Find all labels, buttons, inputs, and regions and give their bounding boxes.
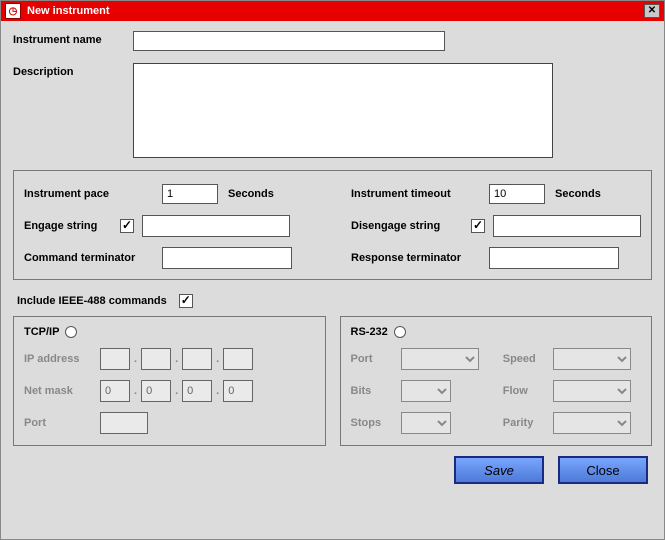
rs-speed-label: Speed xyxy=(503,353,553,365)
tcpip-title: TCP/IP xyxy=(24,326,59,338)
mask-seg-2[interactable] xyxy=(141,380,171,402)
mask-seg-4[interactable] xyxy=(223,380,253,402)
mask-seg-1[interactable] xyxy=(100,380,130,402)
rs-port-label: Port xyxy=(351,353,401,365)
ip-label: IP address xyxy=(24,353,100,365)
description-label: Description xyxy=(13,63,133,78)
rs-flow-label: Flow xyxy=(503,385,553,397)
rs-speed-select[interactable] xyxy=(553,348,631,370)
rs-bits-label: Bits xyxy=(351,385,401,397)
titlebar: ◷ New instrument ✕ xyxy=(1,1,664,21)
mask-label: Net mask xyxy=(24,385,100,397)
timeout-label: Instrument timeout xyxy=(351,188,489,200)
tcp-port-label: Port xyxy=(24,417,100,429)
ieee488-checkbox[interactable] xyxy=(179,294,193,308)
ip-seg-1[interactable] xyxy=(100,348,130,370)
rs-parity-label: Parity xyxy=(503,417,553,429)
rs-bits-select[interactable] xyxy=(401,380,451,402)
pace-label: Instrument pace xyxy=(24,188,162,200)
instrument-name-input[interactable] xyxy=(133,31,445,51)
save-button[interactable]: Save xyxy=(454,456,544,484)
ip-seg-3[interactable] xyxy=(182,348,212,370)
timeout-input[interactable] xyxy=(489,184,545,204)
rs232-radio[interactable] xyxy=(394,326,406,338)
engage-label: Engage string xyxy=(24,220,120,232)
rs-stops-label: Stops xyxy=(351,417,401,429)
close-button[interactable]: Close xyxy=(558,456,648,484)
ip-seg-4[interactable] xyxy=(223,348,253,370)
instrument-name-label: Instrument name xyxy=(13,31,133,46)
app-icon: ◷ xyxy=(5,3,21,19)
mask-seg-3[interactable] xyxy=(182,380,212,402)
rs-flow-select[interactable] xyxy=(553,380,631,402)
description-input[interactable] xyxy=(133,63,553,158)
disengage-input[interactable] xyxy=(493,215,641,237)
rs232-title: RS-232 xyxy=(351,326,388,338)
pace-unit: Seconds xyxy=(228,188,274,200)
tcp-port-input[interactable] xyxy=(100,412,148,434)
engage-input[interactable] xyxy=(142,215,290,237)
ieee488-label: Include IEEE-488 commands xyxy=(17,295,167,307)
ip-seg-2[interactable] xyxy=(141,348,171,370)
window-title: New instrument xyxy=(27,5,644,17)
resp-term-label: Response terminator xyxy=(351,252,489,264)
timeout-unit: Seconds xyxy=(555,188,601,200)
disengage-label: Disengage string xyxy=(351,220,471,232)
rs-parity-select[interactable] xyxy=(553,412,631,434)
dialog-window: ◷ New instrument ✕ Instrument name Descr… xyxy=(0,0,665,540)
resp-term-input[interactable] xyxy=(489,247,619,269)
engage-checkbox[interactable] xyxy=(120,219,134,233)
content-area: Instrument name Description Instrument p… xyxy=(1,21,664,539)
settings-group: Instrument pace Seconds Engage string Co… xyxy=(13,170,652,280)
pace-input[interactable] xyxy=(162,184,218,204)
cmd-term-input[interactable] xyxy=(162,247,292,269)
rs-port-select[interactable] xyxy=(401,348,479,370)
rs232-panel: RS-232 Port Bits xyxy=(340,316,653,446)
tcpip-panel: TCP/IP IP address . . . Net mask . . xyxy=(13,316,326,446)
close-icon[interactable]: ✕ xyxy=(644,4,660,18)
disengage-checkbox[interactable] xyxy=(471,219,485,233)
tcpip-radio[interactable] xyxy=(65,326,77,338)
cmd-term-label: Command terminator xyxy=(24,252,162,264)
rs-stops-select[interactable] xyxy=(401,412,451,434)
